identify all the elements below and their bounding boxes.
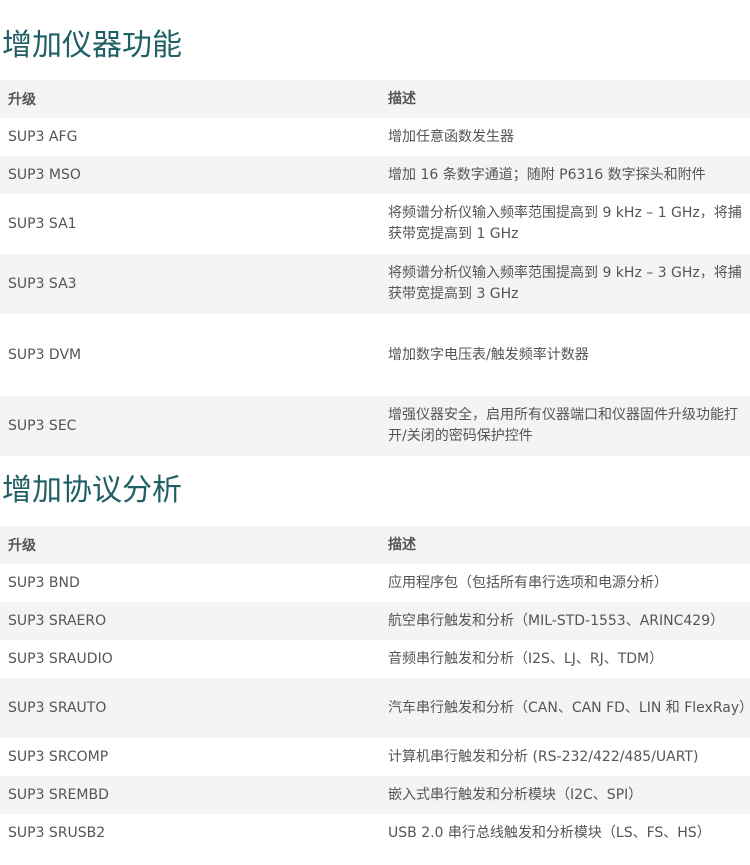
table-row: SUP3 BND 应用程序包（包括所有串行选项和电源分析） xyxy=(0,564,750,602)
description-cell: 增强仪器安全，启用所有仪器端口和仪器固件升级功能打开/关闭的密码保护控件 xyxy=(388,407,738,444)
description-cell: 应用程序包（包括所有串行选项和电源分析） xyxy=(388,574,668,591)
table-row: SUP3 SRCOMP 计算机串行触发和分析 (RS-232/422/485/U… xyxy=(0,738,750,776)
upgrade-cell: SUP3 SA3 xyxy=(8,276,77,292)
table-row: SUP3 SA3 将频谱分析仪输入频率范围提高到 9 kHz – 3 GHz，将… xyxy=(0,254,750,314)
description-cell: 增加任意函数发生器 xyxy=(388,128,514,145)
description-cell: 将频谱分析仪输入频率范围提高到 9 kHz – 3 GHz，将捕获带宽提高到 3… xyxy=(388,265,742,302)
upgrade-cell: SUP3 SEC xyxy=(8,418,77,434)
header-upgrade: 升级 xyxy=(8,92,36,108)
description-cell: 航空串行触发和分析（MIL-STD-1553、ARINC429） xyxy=(388,612,725,629)
table-header-row: 升级 描述 xyxy=(0,526,750,564)
header-upgrade: 升级 xyxy=(8,538,36,554)
upgrade-cell: SUP3 AFG xyxy=(8,129,78,145)
table-row: SUP3 SEC 增强仪器安全，启用所有仪器端口和仪器固件升级功能打开/关闭的密… xyxy=(0,396,750,456)
header-description: 描述 xyxy=(388,90,416,107)
description-cell: 增加 16 条数字通道；随附 P6316 数字探头和附件 xyxy=(388,166,706,183)
description-cell: 嵌入式串行触发和分析模块（I2C、SPI） xyxy=(388,786,643,803)
instrument-upgrades-table: 升级 描述 SUP3 AFG 增加任意函数发生器 SUP3 MSO 增加 16 … xyxy=(0,80,750,456)
upgrade-cell: SUP3 SRCOMP xyxy=(8,749,109,765)
table-row: SUP3 SA1 将频谱分析仪输入频率范围提高到 9 kHz – 1 GHz，将… xyxy=(0,194,750,254)
table-row: SUP3 SRAUDIO 音频串行触发和分析（I2S、LJ、RJ、TDM） xyxy=(0,640,750,678)
table-row: SUP3 MSO 增加 16 条数字通道；随附 P6316 数字探头和附件 xyxy=(0,156,750,194)
upgrade-cell: SUP3 SA1 xyxy=(8,216,77,232)
table-row: SUP3 DVM 增加数字电压表/触发频率计数器 xyxy=(0,314,750,396)
description-cell: USB 2.0 串行总线触发和分析模块（LS、FS、HS） xyxy=(388,824,711,841)
header-description: 描述 xyxy=(388,536,416,553)
table-row: SUP3 SRAUTO 汽车串行触发和分析（CAN、CAN FD、LIN 和 F… xyxy=(0,678,750,738)
table-header-row: 升级 描述 xyxy=(0,80,750,118)
upgrade-cell: SUP3 SRUSB2 xyxy=(8,825,106,841)
upgrade-cell: SUP3 SRAUTO xyxy=(8,700,107,716)
upgrade-cell: SUP3 SRAUDIO xyxy=(8,651,113,667)
description-cell: 汽车串行触发和分析（CAN、CAN FD、LIN 和 FlexRay） xyxy=(388,699,750,716)
section-title-instrument: 增加仪器功能 xyxy=(2,28,182,63)
description-cell: 增加数字电压表/触发频率计数器 xyxy=(388,346,589,363)
description-cell: 将频谱分析仪输入频率范围提高到 9 kHz – 1 GHz，将捕获带宽提高到 1… xyxy=(388,205,742,242)
table-row: SUP3 SRAERO 航空串行触发和分析（MIL-STD-1553、ARINC… xyxy=(0,602,750,640)
upgrade-cell: SUP3 SREMBD xyxy=(8,787,109,803)
section-title-protocol: 增加协议分析 xyxy=(2,473,182,508)
table-row: SUP3 AFG 增加任意函数发生器 xyxy=(0,118,750,156)
upgrade-cell: SUP3 MSO xyxy=(8,167,81,183)
upgrade-cell: SUP3 SRAERO xyxy=(8,613,107,629)
table-row: SUP3 SRUSB2 USB 2.0 串行总线触发和分析模块（LS、FS、HS… xyxy=(0,814,750,852)
description-cell: 音频串行触发和分析（I2S、LJ、RJ、TDM） xyxy=(388,650,664,667)
description-cell: 计算机串行触发和分析 (RS-232/422/485/UART) xyxy=(388,748,699,765)
protocol-upgrades-table: 升级 描述 SUP3 BND 应用程序包（包括所有串行选项和电源分析） SUP3… xyxy=(0,526,750,852)
table-row: SUP3 SREMBD 嵌入式串行触发和分析模块（I2C、SPI） xyxy=(0,776,750,814)
upgrade-cell: SUP3 DVM xyxy=(8,347,82,363)
upgrade-cell: SUP3 BND xyxy=(8,575,80,591)
